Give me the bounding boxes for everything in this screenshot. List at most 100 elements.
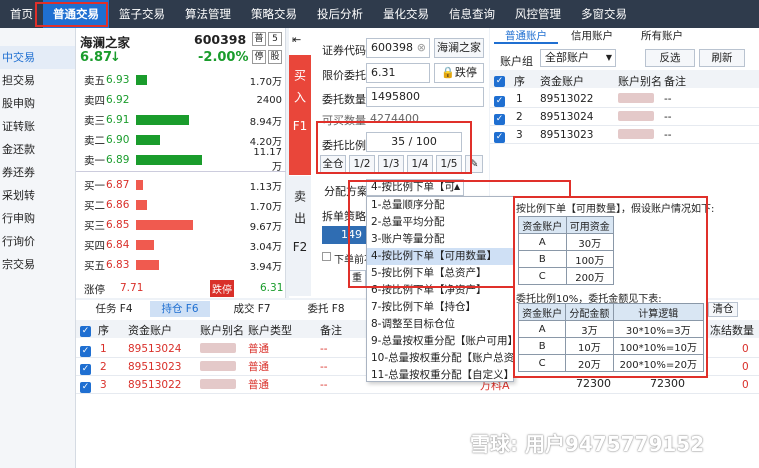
limit-up-label: 涨停 [84,284,105,296]
alloc-option[interactable]: 1-总量顺序分配 [367,197,513,214]
header-note: 备注 [664,75,686,88]
ask-bar-track [136,135,246,145]
sell-side-button[interactable]: 卖出 F2 [289,176,311,296]
t1-cell: C [518,267,567,285]
split-value[interactable]: 149 [322,226,366,244]
bottom-header-checkbox[interactable]: ✓ [80,323,91,337]
pos-note: -- [320,379,328,391]
buy-side-button[interactable]: 买入 F1 [289,55,311,175]
ratio-numerator: 35 [391,135,406,148]
tab-normal-account[interactable]: 普通账户 [494,28,558,44]
chevron-up-icon[interactable]: ▲ [454,182,460,191]
nav-item[interactable]: 券还券 [0,161,75,184]
reset-button[interactable]: 重 [348,270,366,288]
row-checkbox[interactable]: ✓ [494,129,505,143]
alloc-select[interactable]: 4-按比例下单【可 [366,179,464,196]
nav-item[interactable]: 中交易 [0,46,75,69]
pos-checkbox[interactable]: ✓ [80,361,91,375]
pos-type: 普通 [248,361,269,373]
nav-item[interactable]: 金还款 [0,138,75,161]
limit-down-label: 跌停 [210,280,234,297]
ratio-full-button[interactable]: 全仓 [320,155,346,173]
alloc-option[interactable]: 7-按比例下单【持仓】 [367,299,513,316]
menu-risk[interactable]: 风控管理 [505,0,571,28]
bid-price: 6.85 [106,219,130,231]
alloc-option[interactable]: 10-总量按权重分配【账户总资产】 [367,350,535,367]
alloc-option[interactable]: 6-按比例下单【净资产】 [367,282,513,299]
ratio-quarter-button[interactable]: 1/4 [407,155,433,173]
ask-row[interactable]: 卖一 6.89 11.17万 [76,147,286,173]
alloc-option[interactable]: 5-按比例下单【总资产】 [367,265,513,282]
nav-item[interactable]: 证转账 [0,115,75,138]
pos-checkbox[interactable]: ✓ [80,379,91,393]
tab-deal[interactable]: 成交 F7 [222,301,282,317]
alloc-option[interactable]: 2-总量平均分配 [367,214,513,231]
ask-row[interactable]: 卖四 6.92 2400 [76,90,286,110]
alloc-option[interactable]: 8-调整至目标仓位 [367,316,513,333]
pos-seq: 1 [100,343,107,355]
ratio-half-button[interactable]: 1/2 [349,155,375,173]
row-checkbox[interactable]: ✓ [494,111,505,125]
ask-row[interactable]: 卖三 6.91 8.94万 [76,110,286,130]
nav-item[interactable]: 股申购 [0,92,75,115]
ratio-fifth-button[interactable]: 1/5 [436,155,462,173]
code-input[interactable]: 600398 ⊗ [366,38,430,58]
menu-query[interactable]: 信息查询 [439,0,505,28]
menu-home[interactable]: 首页 [0,0,43,28]
limit-down-button[interactable]: 🔒跌停 [434,63,484,83]
ask-volume: 4.20万 [249,136,282,148]
bid-row[interactable]: 买三 6.85 9.67万 [76,215,286,235]
tab-task[interactable]: 任务 F4 [84,301,144,317]
limit-down-price: 6.31 [260,282,284,294]
clear-position-button[interactable]: 清仓 [708,302,738,317]
header-checkbox[interactable]: ✓ [494,73,505,87]
info-title: 按比例下单【可用数量】，假设账户情况如下: [516,204,715,215]
sell-key-label: F2 [292,240,308,254]
alloc-option[interactable]: 4-按比例下单【可用数量】 [367,248,513,265]
pos-checkbox[interactable]: ✓ [80,343,91,357]
invert-button[interactable]: 反选 [645,49,695,67]
refresh-button[interactable]: 刷新 [699,49,745,67]
tab-position[interactable]: 持仓 F6 [150,301,210,317]
tab-order[interactable]: 委托 F8 [296,301,356,317]
nav-item[interactable]: 行询价 [0,230,75,253]
ask-price: 6.93 [106,74,130,86]
bid-row[interactable]: 买一 6.87 1.13万 [76,175,286,195]
pos-alias-redacted [200,361,236,371]
menu-basket-trade[interactable]: 篮子交易 [109,0,175,28]
nav-item[interactable]: 行申购 [0,207,75,230]
nav-item[interactable]: 宗交易 [0,253,75,276]
bid-row[interactable]: 买四 6.84 3.04万 [76,235,286,255]
collapse-icon[interactable]: ⇤ [292,33,301,46]
edit-icon[interactable]: ✎ [465,155,483,173]
nav-item[interactable]: 担交易 [0,69,75,92]
pos-type: 普通 [248,379,269,391]
clear-icon[interactable]: ⊗ [417,39,429,57]
ratio-input[interactable]: 35 / 100 [366,132,462,152]
alloc-option[interactable]: 3-账户等量分配 [367,231,513,248]
menu-quant[interactable]: 量化交易 [373,0,439,28]
price-input[interactable]: 6.31 [366,63,430,83]
prev-checkbox[interactable] [322,252,331,261]
bid-row[interactable]: 买二 6.86 1.70万 [76,195,286,215]
tab-credit-account[interactable]: 信用账户 [560,28,624,44]
menu-algo[interactable]: 算法管理 [175,0,241,28]
menu-strategy[interactable]: 策略交易 [241,0,307,28]
group-select[interactable]: 全部账户 ▼ [540,49,616,67]
menu-multiwin[interactable]: 多窗交易 [571,0,637,28]
menu-analysis[interactable]: 投后分析 [307,0,373,28]
header-alias: 账户别名 [618,75,662,88]
ask-row[interactable]: 卖五 6.93 1.70万 [76,70,286,90]
row-checkbox[interactable]: ✓ [494,93,505,107]
ask-volume: 1.70万 [249,76,282,88]
ratio-third-button[interactable]: 1/3 [378,155,404,173]
alloc-option[interactable]: 9-总量按权重分配【账户可用】 [367,333,518,350]
stock-price: 6.87 [80,50,113,65]
bid-row[interactable]: 买五 6.83 3.94万 [76,255,286,275]
info-table-2: 资金账户 分配金额 计算逻辑 A 3万 30*10%=3万 B 10万 100*10%=10… [517,303,705,372]
alloc-option[interactable]: 11-总量按权重分配【自定义】 [367,367,514,384]
nav-item[interactable]: 采划转 [0,184,75,207]
menu-normal-trade[interactable]: 普通交易 [43,0,109,28]
qty-input[interactable]: 1495800 [366,87,484,107]
tab-all-account[interactable]: 所有账户 [630,28,694,44]
